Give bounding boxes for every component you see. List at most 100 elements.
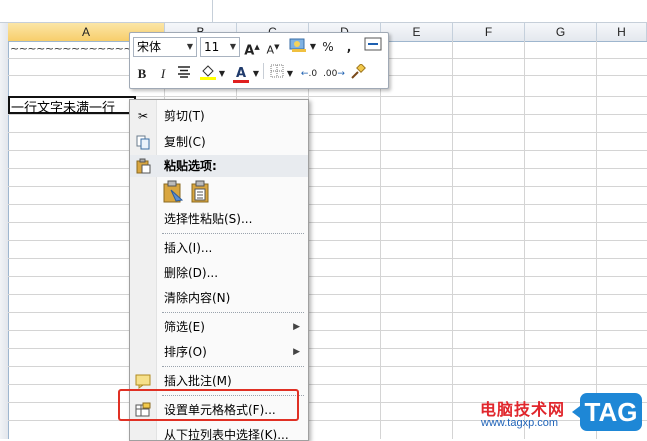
decrease-decimal-label: .00 [323, 69, 338, 79]
column-header-h[interactable]: H [597, 23, 647, 41]
accounting-format-button[interactable] [287, 37, 309, 57]
font-color-swatch [233, 80, 249, 83]
fill-color-swatch [200, 77, 216, 80]
menu-item-clear-contents[interactable]: 清除内容(N) [130, 287, 308, 309]
paste-icon [163, 180, 184, 203]
grow-font-button[interactable]: A▲ [243, 37, 261, 59]
italic-button[interactable]: I [155, 64, 171, 84]
clipboard-icon [135, 158, 151, 174]
menu-item-pick-from-list[interactable]: 从下拉列表中选择(K)... [130, 424, 308, 441]
menu-item-label: 复制(C) [164, 135, 206, 149]
bold-button[interactable]: B [134, 64, 150, 84]
percent-button[interactable]: % [320, 37, 336, 57]
gridline [8, 294, 647, 295]
submenu-arrow-icon: ▶ [293, 347, 300, 357]
column-header-g[interactable]: G [525, 23, 597, 41]
merge-cells-icon [364, 37, 382, 51]
borders-icon [270, 64, 284, 78]
gridline [8, 348, 647, 349]
menu-header-label: 粘贴选项: [164, 159, 217, 173]
gridline [8, 258, 647, 259]
comment-icon [135, 373, 151, 389]
gridline [8, 150, 647, 151]
chevron-down-icon[interactable]: ▼ [286, 64, 294, 84]
font-size-combo[interactable]: 11 ▼ [200, 37, 240, 57]
align-center-button[interactable] [175, 64, 193, 84]
menu-item-label: 排序(O) [164, 345, 207, 359]
chevron-down-icon[interactable]: ▼ [218, 64, 226, 84]
formula-bar-divider [212, 0, 213, 22]
font-color-letter: A [235, 66, 247, 81]
menu-item-label: 从下拉列表中选择(K)... [164, 428, 289, 441]
chevron-down-icon[interactable]: ▼ [252, 64, 260, 84]
paint-bucket-icon [200, 65, 216, 80]
font-color-button[interactable]: A [231, 64, 251, 84]
column-header-e[interactable]: E [381, 23, 453, 41]
gridline [8, 222, 647, 223]
gridline [8, 240, 647, 241]
formula-bar[interactable] [0, 0, 647, 23]
shrink-font-label: A [266, 43, 275, 57]
arrow-right-icon: → [337, 69, 345, 79]
cell-a1[interactable]: ~~~~~~~~~~~~~~~~~~~ [10, 42, 130, 55]
mini-toolbar: 宋体 ▼ 11 ▼ A▲ A▼ ▼ % , B I ▼ A ▼ ▼ ←.0 .0… [129, 32, 389, 89]
paste-button[interactable] [162, 180, 184, 204]
highlight-annotation [118, 389, 299, 421]
menu-item-label: 筛选(E) [164, 320, 205, 334]
gridline [8, 366, 647, 367]
gridline [8, 186, 647, 187]
menu-item-insert[interactable]: 插入(I)... [130, 237, 308, 259]
toolbar-separator [263, 63, 264, 79]
shrink-font-button[interactable]: A▼ [264, 37, 282, 57]
watermark-tag-logo: TAG [572, 393, 642, 431]
submenu-arrow-icon: ▶ [293, 322, 300, 332]
gridline [8, 330, 647, 331]
paste-values-icon [191, 180, 209, 203]
borders-button[interactable] [268, 64, 286, 84]
currency-icon [289, 38, 306, 52]
menu-header-paste-options: 粘贴选项: [130, 155, 308, 177]
gridline [8, 204, 647, 205]
fill-color-button[interactable] [198, 64, 218, 84]
menu-separator [162, 366, 304, 367]
menu-item-label: 删除(D)... [164, 266, 219, 280]
column-header-f[interactable]: F [453, 23, 525, 41]
menu-item-label: 选择性粘贴(S)... [164, 212, 253, 226]
comma-style-button[interactable]: , [342, 37, 356, 57]
menu-item-label: 剪切(T) [164, 109, 205, 123]
menu-item-copy[interactable]: 复制(C) [130, 131, 308, 153]
menu-item-sort[interactable]: 排序(O) ▶ [130, 341, 308, 363]
menu-separator [162, 312, 304, 313]
merge-center-button[interactable] [363, 37, 383, 57]
font-name-value: 宋体 [137, 40, 162, 54]
menu-item-delete[interactable]: 删除(D)... [130, 262, 308, 284]
menu-item-cut[interactable]: ✂ 剪切(T) [130, 105, 308, 127]
cell-a3-text: 一行文字未满一行 [11, 101, 116, 116]
chevron-down-icon[interactable]: ▼ [309, 37, 317, 57]
watermark-url: www.tagxp.com [481, 417, 559, 429]
increase-decimal-label: .0 [308, 69, 318, 79]
font-name-combo[interactable]: 宋体 ▼ [133, 37, 197, 57]
menu-item-filter[interactable]: 筛选(E) ▶ [130, 316, 308, 338]
chevron-down-icon: ▼ [229, 42, 236, 51]
gridline [8, 384, 647, 385]
align-center-icon [178, 66, 190, 78]
paintbrush-icon [351, 63, 366, 79]
format-painter-button[interactable] [348, 63, 368, 84]
scissors-icon: ✂ [137, 109, 149, 123]
increase-decimal-button[interactable]: ←.0 [298, 64, 320, 84]
gridline [8, 276, 647, 277]
menu-item-label: 清除内容(N) [164, 291, 231, 305]
gridline [8, 132, 647, 133]
decrease-decimal-button[interactable]: .00→ [322, 64, 346, 84]
row-header-gutter [0, 23, 9, 439]
chevron-down-icon: ▼ [186, 42, 193, 51]
paste-values-button[interactable] [190, 180, 212, 204]
gridline [8, 312, 647, 313]
font-size-value: 11 [204, 40, 220, 54]
grow-font-label: A [244, 43, 255, 59]
menu-separator [162, 233, 304, 234]
gridline [8, 168, 647, 169]
copy-icon [135, 134, 151, 150]
menu-item-paste-special[interactable]: 选择性粘贴(S)... [130, 208, 308, 230]
